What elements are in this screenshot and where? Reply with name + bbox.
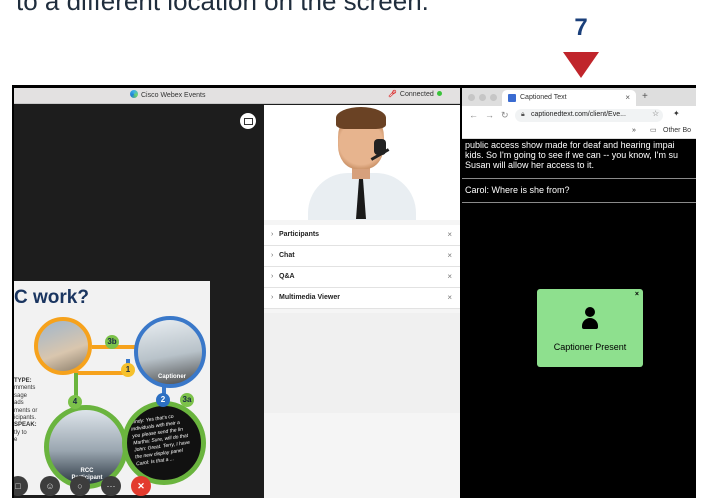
- instruction-text: to a different location on the screen.: [16, 0, 429, 16]
- captioned-text-favicon-icon: [508, 94, 516, 102]
- end-call-button[interactable]: ✕: [131, 476, 151, 496]
- step-badge-3a: 3a: [180, 393, 194, 407]
- chevron-right-icon: ›: [271, 294, 274, 301]
- address-bar-url: captionedtext.com/client/Eve...: [531, 111, 626, 118]
- step-badge-2: 2: [156, 393, 170, 407]
- webex-title-text: Cisco Webex Events: [141, 92, 206, 99]
- panel-list: › Participants × › Chat × › Q&A × › Mult…: [264, 225, 460, 309]
- caption-line: kids. So I'm going to see if we can -- y…: [465, 150, 679, 160]
- captioner-present-popup[interactable]: × Captioner Present: [537, 289, 643, 367]
- webex-side-panel: › Participants × › Chat × › Q&A × › Mult…: [264, 105, 460, 498]
- captioner-label: Captioner: [157, 374, 186, 380]
- slide-type-line: sage: [14, 392, 28, 399]
- chevron-right-icon: ›: [271, 273, 274, 280]
- caption-text: public access show made for deaf and hea…: [465, 140, 696, 170]
- close-icon[interactable]: ×: [447, 293, 452, 302]
- browser-tabbar: Captioned Text × +: [462, 88, 696, 106]
- caption-sample-text: Cindy: Yes that's co individuals with th…: [130, 409, 201, 469]
- captioner-photo-circle: Captioner: [134, 316, 206, 388]
- step-badge-3b: 3b: [105, 335, 119, 349]
- captions-sample-circle: Cindy: Yes that's co individuals with th…: [122, 401, 206, 485]
- extensions-icon[interactable]: ✦: [673, 109, 680, 118]
- panel-chat[interactable]: › Chat ×: [264, 246, 460, 267]
- rcc-label-line: RCC: [80, 468, 94, 474]
- panel-label: Chat: [279, 252, 295, 259]
- close-icon[interactable]: ×: [447, 272, 452, 281]
- panel-participants[interactable]: › Participants ×: [264, 225, 460, 246]
- close-icon[interactable]: ×: [447, 251, 452, 260]
- other-bookmarks-link[interactable]: Other Bo: [663, 127, 691, 134]
- panel-empty-area: [264, 313, 460, 413]
- person-icon: [582, 307, 598, 331]
- meeting-controls: □ ☺ ○ ⋯ ✕: [14, 476, 264, 498]
- slide-type-line: mments: [14, 385, 36, 392]
- close-icon[interactable]: ×: [447, 230, 452, 239]
- reload-icon[interactable]: ↻: [501, 110, 509, 121]
- tab-title: Captioned Text: [520, 94, 567, 101]
- presenter-hair: [336, 107, 386, 129]
- browser-toolbar: ← → ↻ 🔒︎ captionedtext.com/client/Eve...…: [462, 106, 696, 125]
- address-bar[interactable]: 🔒︎ captionedtext.com/client/Eve...: [515, 109, 663, 122]
- tutorial-page: to a different location on the screen. 7…: [0, 0, 704, 498]
- step-badge-1: 1: [121, 363, 135, 377]
- browser-window: Captioned Text × + ← → ↻ 🔒︎ captionedtex…: [462, 88, 696, 498]
- panel-label: Multimedia Viewer: [279, 294, 340, 301]
- webex-logo-icon: [130, 90, 138, 98]
- slide-speak-heading: SPEAK:: [14, 422, 37, 429]
- window-maximize-icon[interactable]: [490, 94, 497, 101]
- step-number: 7: [574, 14, 588, 41]
- webex-window-title: Cisco Webex Events: [130, 90, 205, 99]
- step-badge-4: 4: [68, 395, 82, 409]
- window-close-icon[interactable]: [468, 94, 475, 101]
- webex-stage: C work? TYPE: mments sage ads ments or i…: [14, 105, 264, 498]
- tab-close-icon[interactable]: ×: [625, 93, 630, 102]
- captioner-present-label: Captioner Present: [553, 342, 627, 352]
- webex-window: Cisco Webex Events 🎤︎ Connected C work? T…: [14, 88, 460, 498]
- caption-display: public access show made for deaf and hea…: [462, 140, 696, 498]
- connection-status: 🎤︎ Connected: [388, 90, 442, 98]
- panel-qa[interactable]: › Q&A ×: [264, 267, 460, 288]
- panel-multimedia-viewer[interactable]: › Multimedia Viewer ×: [264, 288, 460, 309]
- back-arrow-icon[interactable]: ←: [469, 110, 478, 120]
- presenter-video: [264, 105, 460, 220]
- slide-title: C work?: [14, 287, 89, 308]
- step-arrow-icon: [563, 52, 599, 78]
- mute-button[interactable]: □: [14, 476, 28, 496]
- connected-dot-icon: [436, 91, 442, 96]
- caption-line: Susan will allow her access to it.: [465, 160, 595, 170]
- more-options-button[interactable]: ⋯: [101, 476, 121, 496]
- new-tab-button[interactable]: +: [642, 91, 648, 102]
- caption-line-carol: Carol: Where is she from?: [465, 185, 570, 195]
- browser-tab[interactable]: Captioned Text ×: [502, 90, 636, 106]
- connection-status-text: Connected: [399, 91, 434, 98]
- chevron-right-icon: ›: [271, 231, 274, 238]
- bookmark-star-icon[interactable]: ☆: [652, 109, 659, 118]
- chevron-right-icon: ›: [271, 252, 274, 259]
- popup-close-icon[interactable]: ×: [635, 291, 639, 298]
- meeting-photo-circle: [34, 317, 92, 375]
- caption-divider: [462, 202, 696, 203]
- slide-type-line: ments or: [14, 407, 38, 414]
- participants-button[interactable]: ☺: [40, 476, 60, 496]
- bookmarks-overflow-button[interactable]: »: [632, 127, 636, 134]
- folder-icon: ▭: [650, 127, 657, 134]
- lock-icon: 🔒︎: [521, 111, 525, 118]
- presentation-slide: C work? TYPE: mments sage ads ments or i…: [14, 281, 210, 495]
- caption-divider: [462, 178, 696, 179]
- caption-line: public access show made for deaf and hea…: [465, 140, 675, 150]
- chat-button[interactable]: ○: [70, 476, 90, 496]
- window-minimize-icon[interactable]: [479, 94, 486, 101]
- panel-label: Participants: [279, 231, 320, 238]
- slide-type-heading: TYPE:: [14, 378, 32, 384]
- webex-titlebar: Cisco Webex Events 🎤︎ Connected: [14, 88, 460, 104]
- layout-toggle-button[interactable]: [240, 113, 256, 129]
- forward-arrow-icon[interactable]: →: [485, 110, 494, 120]
- panel-label: Q&A: [279, 273, 295, 280]
- bookmarks-bar: » ▭ Other Bo: [462, 125, 696, 139]
- mic-muted-icon: 🎤︎: [388, 91, 397, 98]
- slide-type-line: icipants.: [14, 415, 37, 422]
- slide-type-line: ads: [14, 400, 24, 407]
